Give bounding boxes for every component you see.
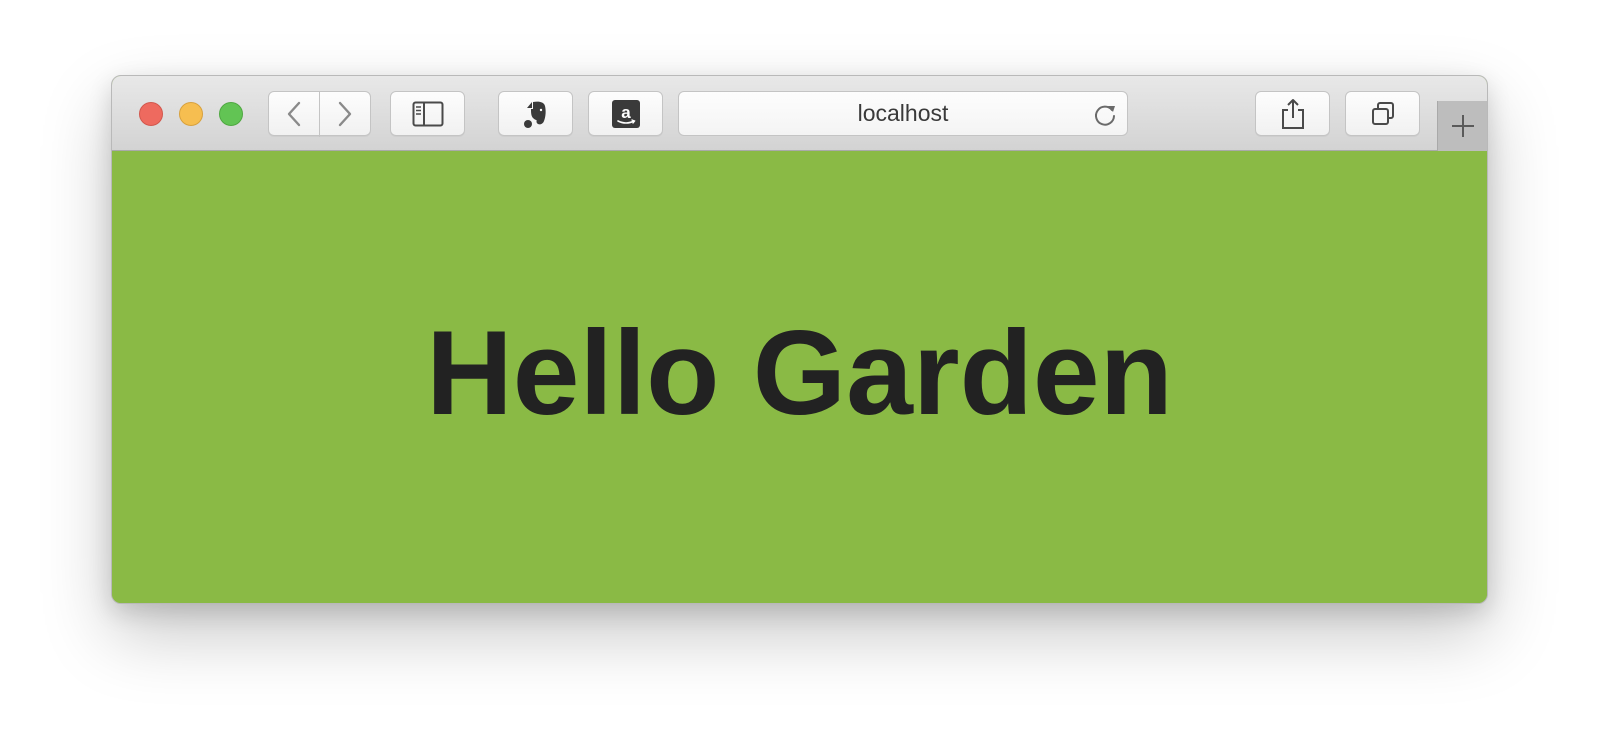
browser-window: a localhost Hello Garden [111, 75, 1488, 604]
maximize-window-button[interactable] [219, 102, 243, 126]
page-headline: Hello Garden [426, 306, 1173, 440]
page-content: Hello Garden [112, 151, 1487, 603]
sidebar-icon [412, 101, 443, 126]
evernote-icon [523, 101, 546, 128]
address-bar[interactable]: localhost [678, 91, 1128, 136]
browser-toolbar: a localhost [112, 76, 1487, 151]
reload-icon[interactable] [1091, 100, 1119, 128]
back-button[interactable] [268, 91, 320, 136]
share-icon [1281, 98, 1304, 129]
tabs-overview-icon [1371, 101, 1394, 125]
amazon-extension-button[interactable]: a [588, 91, 663, 136]
chevron-right-icon [338, 101, 352, 126]
share-button[interactable] [1255, 91, 1330, 136]
plus-icon [1451, 115, 1474, 137]
close-window-button[interactable] [139, 102, 163, 126]
chevron-left-icon [287, 101, 301, 126]
evernote-extension-button[interactable] [498, 91, 573, 136]
new-tab-button[interactable] [1437, 101, 1487, 151]
forward-button[interactable] [319, 91, 371, 136]
svg-text:a: a [621, 103, 631, 122]
tab-overview-button[interactable] [1345, 91, 1420, 136]
address-text: localhost [857, 100, 949, 126]
amazon-icon: a [611, 99, 640, 128]
minimize-window-button[interactable] [179, 102, 203, 126]
sidebar-toggle-button[interactable] [390, 91, 465, 136]
